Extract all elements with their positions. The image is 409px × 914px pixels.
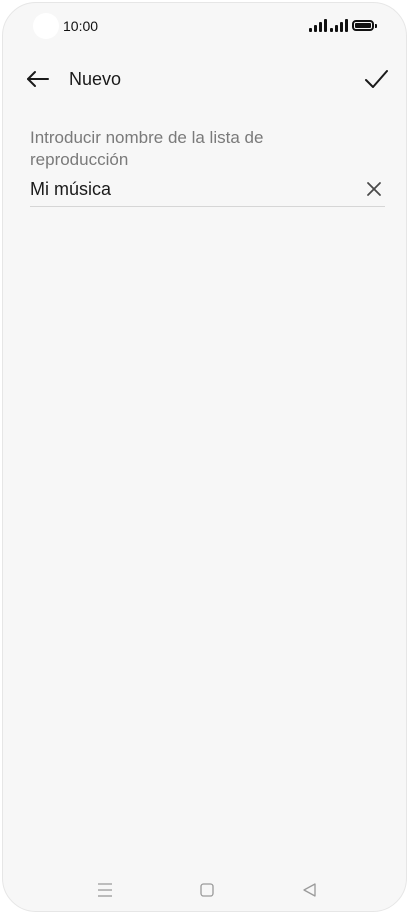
arrow-left-icon — [27, 71, 49, 87]
battery-icon — [352, 20, 377, 31]
home-icon — [200, 883, 214, 897]
status-time: 10:00 — [63, 18, 99, 34]
signal-icon — [330, 18, 348, 32]
recent-apps-button[interactable] — [94, 879, 116, 901]
close-icon — [367, 182, 381, 196]
playlist-name-label: Introducir nombre de la lista de reprodu… — [30, 128, 264, 169]
system-nav-bar — [3, 875, 406, 905]
checkmark-icon — [365, 70, 388, 88]
menu-icon — [98, 883, 112, 897]
confirm-button[interactable] — [360, 63, 392, 95]
playlist-name-input[interactable] — [30, 175, 350, 203]
home-button[interactable] — [196, 879, 218, 901]
status-bar: 10:00 — [3, 3, 406, 49]
system-back-button[interactable] — [299, 879, 321, 901]
back-triangle-icon — [303, 883, 316, 897]
playlist-name-field — [30, 175, 385, 207]
clear-button[interactable] — [363, 178, 385, 200]
app-bar: Nuevo — [3, 57, 406, 103]
page-title: Nuevo — [69, 69, 122, 89]
phone-screen: 10:00 Nuevo Introducir nombre de la list… — [2, 2, 407, 912]
back-button[interactable] — [23, 65, 55, 93]
signal-icon — [309, 18, 327, 32]
camera-cutout — [33, 13, 59, 39]
